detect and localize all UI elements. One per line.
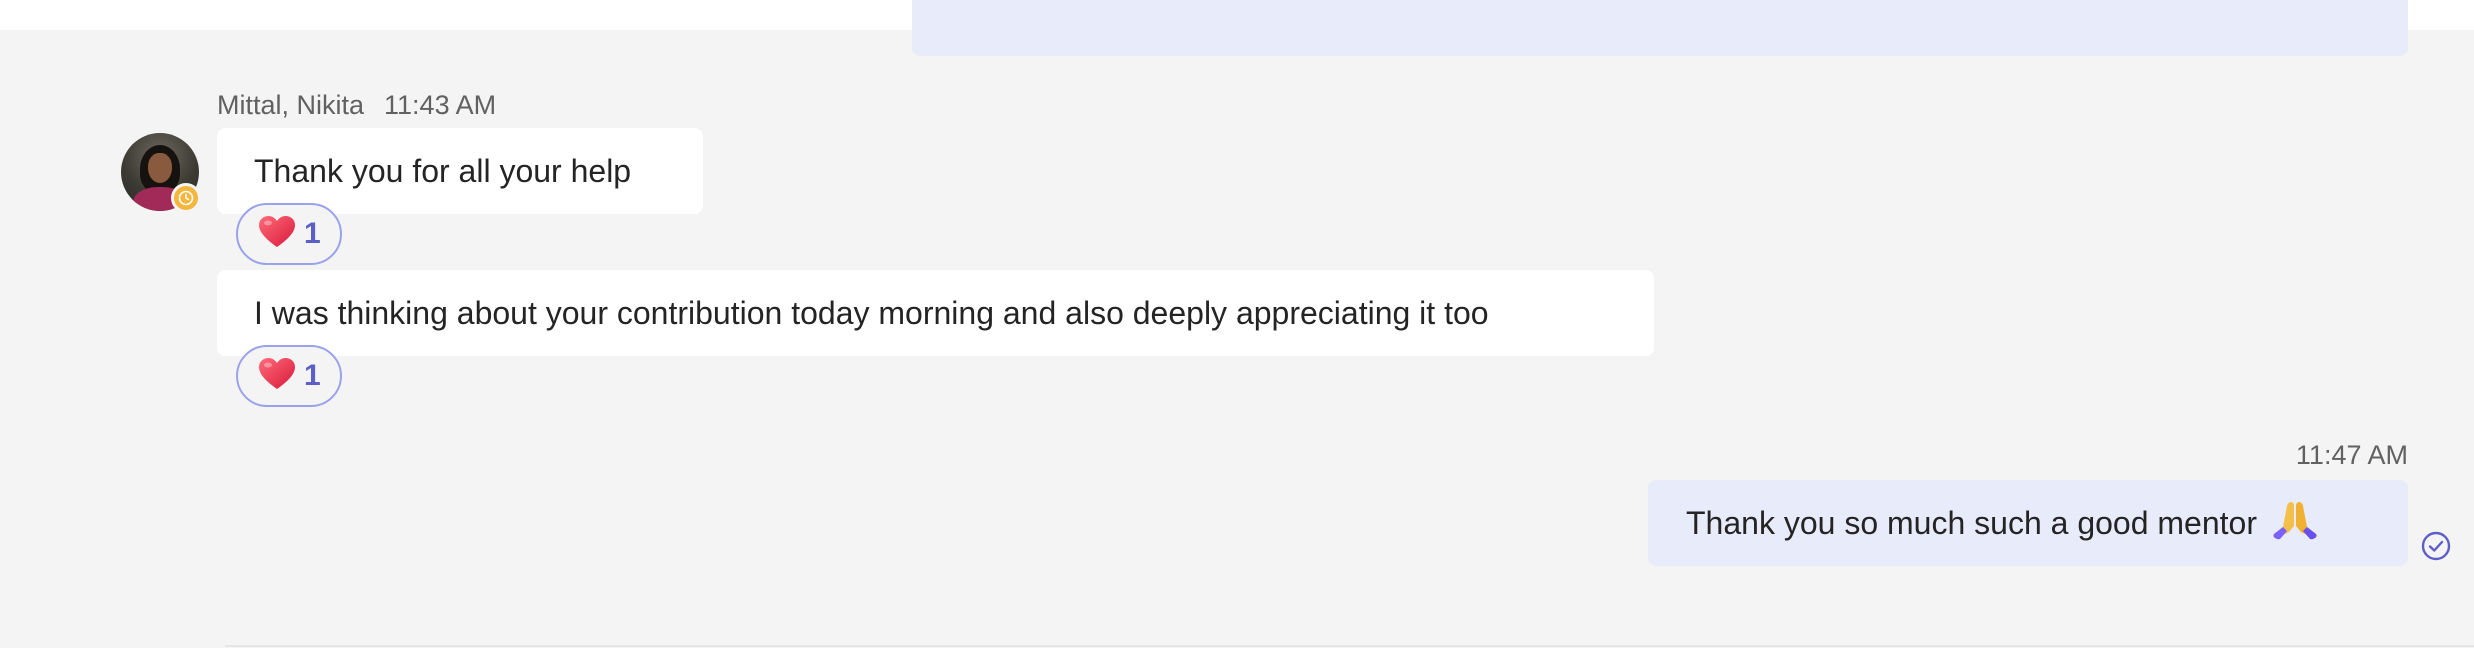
my-message-bubble[interactable]: Thank you so much such a good mentor: [1648, 480, 2408, 566]
message-timestamp: 11:47 AM: [2295, 440, 2408, 470]
previous-message-bubble[interactable]: [912, 0, 2408, 56]
folded-hands-icon: [2271, 498, 2319, 548]
message-text: I was thinking about your contribution t…: [254, 294, 1489, 331]
reaction-pill[interactable]: 1: [236, 345, 342, 407]
read-receipt-icon: [2420, 530, 2452, 562]
reaction-count: 1: [304, 217, 321, 250]
message-text: Thank you for all your help: [254, 152, 632, 189]
message-timestamp: 11:43 AM: [384, 89, 497, 120]
message-bubble[interactable]: Thank you for all your help: [217, 128, 703, 214]
divider: [225, 645, 2474, 647]
sender-name[interactable]: Mittal, Nikita: [217, 90, 364, 121]
reaction-count: 1: [304, 359, 321, 392]
message-bubble[interactable]: I was thinking about your contribution t…: [217, 270, 1654, 356]
heart-icon: [258, 215, 296, 254]
message-text: Thank you so much such a good mentor: [1686, 504, 2257, 541]
away-clock-icon: [171, 183, 201, 213]
reaction-pill[interactable]: 1: [236, 203, 342, 265]
avatar[interactable]: [121, 133, 201, 213]
message-header: Mittal, Nikita 11:43 AM: [217, 88, 496, 122]
heart-icon: [258, 357, 296, 396]
